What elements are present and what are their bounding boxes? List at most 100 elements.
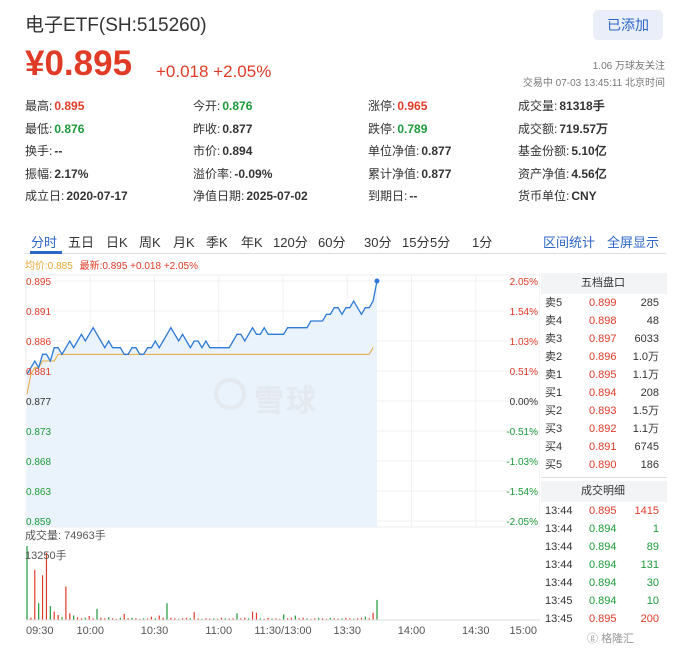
row-label: 13:44 xyxy=(545,523,573,535)
tab-11[interactable]: 5分 xyxy=(430,232,450,251)
row-price: 0.890 xyxy=(589,459,617,471)
quote-cell: 成交额: 719.57万 xyxy=(518,120,608,137)
x-time-label: 13:30 xyxy=(333,625,361,637)
quote-value: 5.10亿 xyxy=(571,144,607,158)
fullscreen-button[interactable]: 全屏显示 xyxy=(607,232,659,251)
x-time-label: 09:30 xyxy=(26,625,54,637)
volume-label: 成交量: 74963手 xyxy=(25,530,106,542)
intraday-chart: 0.895 0.891 0.886 0.881 0.877 0.873 0.868 0.863… xyxy=(25,274,540,637)
row-label: 卖2 xyxy=(545,351,563,363)
x-time-label: 10:00 xyxy=(76,625,104,637)
tab-12[interactable]: 1分 xyxy=(472,232,492,251)
row-label: 13:44 xyxy=(545,505,573,517)
quote-value: 4.56亿 xyxy=(571,166,607,181)
row-label: 买1 xyxy=(545,387,563,399)
quote-cell: 今开: 0.876 xyxy=(193,97,252,114)
row-price: 0.894 xyxy=(589,559,617,571)
y-price-label: 0.863 xyxy=(26,487,51,498)
y-pct-label: -2.05% xyxy=(506,517,538,528)
order-row: 卖2 0.896 1.0万 xyxy=(541,348,667,366)
quote-cell: 最低: 0.876 xyxy=(25,120,84,137)
tab-0[interactable]: 分时 xyxy=(31,232,57,251)
quote-value: 0.895 xyxy=(54,99,85,113)
row-price: 0.895 xyxy=(589,369,617,381)
quote-cell: 净值日期: 2025-07-02 xyxy=(193,187,308,204)
tab-9[interactable]: 30分 xyxy=(364,232,391,251)
quote-cell: 换手: -- xyxy=(25,142,62,159)
quote-value: 0.789 xyxy=(397,121,428,136)
y-price-label: 0.873 xyxy=(26,427,51,438)
divider xyxy=(541,477,667,478)
order-row: 13:44 0.894 131 xyxy=(541,556,667,574)
tab-1[interactable]: 五日 xyxy=(68,232,94,251)
x-time-label: 11:00 xyxy=(205,625,232,637)
quote-cell: 成立日: 2020-07-17 xyxy=(25,187,128,204)
row-label: 买3 xyxy=(545,423,563,435)
tab-6[interactable]: 年K xyxy=(241,232,263,251)
order-row: 卖1 0.895 1.1万 xyxy=(541,366,667,384)
tab-5[interactable]: 季K xyxy=(206,232,228,251)
row-label: 卖3 xyxy=(545,333,563,345)
order-book-title: 五档盘口 xyxy=(541,273,667,294)
order-row: 卖5 0.899 285 xyxy=(541,294,667,312)
row-price: 0.894 xyxy=(589,577,617,589)
row-label: 卖5 xyxy=(545,297,563,309)
quote-label: 振幅: xyxy=(25,166,53,181)
quote-grid: 最高: 0.895 今开: 0.876 涨停: 0.965 成交量: 81318手 最低: 0.8… xyxy=(25,97,675,210)
tab-4[interactable]: 月K xyxy=(173,232,195,251)
quote-label: 单位净值: xyxy=(368,144,420,158)
quote-label: 昨收: xyxy=(193,121,221,136)
row-label: 13:44 xyxy=(545,559,573,571)
tab-3[interactable]: 周K xyxy=(139,232,161,251)
row-volume: 30 xyxy=(646,577,659,589)
quote-value: 2020-07-17 xyxy=(66,189,128,203)
order-row: 买1 0.894 208 xyxy=(541,384,667,402)
order-row: 卖4 0.898 48 xyxy=(541,312,667,330)
row-price: 0.891 xyxy=(589,441,617,453)
quote-label: 市价: xyxy=(193,144,221,158)
quote-label: 今开: xyxy=(193,99,221,113)
quote-row: 最低: 0.876 昨收: 0.877 跌停: 0.789 成交额: 719.57万 xyxy=(25,120,675,143)
quote-cell: 涨停: 0.965 xyxy=(368,97,427,114)
y-price-label: 0.895 xyxy=(26,277,51,288)
tab-10[interactable]: 15分 xyxy=(402,232,429,251)
corner-watermark: ⓖ 格隆汇 xyxy=(587,633,635,645)
range-stats-button[interactable]: 区间统计 xyxy=(543,232,595,251)
quote-label: 累计净值: xyxy=(368,166,420,181)
tab-2[interactable]: 日K xyxy=(106,232,128,251)
quote-value: -- xyxy=(409,189,418,203)
quote-cell: 昨收: 0.877 xyxy=(193,120,252,137)
current-price: ¥0.895 xyxy=(25,44,133,83)
trading-status: 交易中 07-03 13:45:11 北京时间 xyxy=(522,78,665,89)
quote-cell: 最高: 0.895 xyxy=(25,97,84,114)
row-label: 13:44 xyxy=(545,577,573,589)
latest-point xyxy=(374,278,380,284)
quote-value: 2025-07-02 xyxy=(246,189,308,203)
quote-row: 换手: -- 市价: 0.894 单位净值: 0.877 基金份额: 5.10亿 xyxy=(25,142,675,165)
order-row: 13:44 0.895 1415 xyxy=(541,502,667,520)
quote-value: 81318手 xyxy=(559,99,605,113)
quote-value: 0.876 xyxy=(222,99,253,113)
row-volume: 1.1万 xyxy=(632,369,659,381)
quote-cell: 资产净值: 4.56亿 xyxy=(518,165,607,182)
y-pct-label: 1.54% xyxy=(510,307,538,318)
watermark: 雪球 xyxy=(254,385,318,418)
row-volume: 6745 xyxy=(634,441,659,453)
order-row: 13:44 0.894 89 xyxy=(541,538,667,556)
follow-button[interactable]: 已添加 xyxy=(593,10,663,40)
order-row: 买2 0.893 1.5万 xyxy=(541,402,667,420)
order-row: 13:44 0.894 1 xyxy=(541,520,667,538)
row-price: 0.896 xyxy=(589,351,617,363)
order-row: 13:45 0.894 10 xyxy=(541,592,667,610)
tab-7[interactable]: 120分 xyxy=(273,232,308,251)
quote-value: 719.57万 xyxy=(559,121,609,136)
x-time-label: 15:00 xyxy=(509,625,537,637)
x-time-label: 11:30/13:00 xyxy=(254,625,311,637)
active-tab-indicator xyxy=(30,251,62,254)
quote-cell: 单位净值: 0.877 xyxy=(368,142,451,159)
y-pct-label: 1.03% xyxy=(510,337,538,348)
quote-label: 到期日: xyxy=(368,189,408,203)
tab-8[interactable]: 60分 xyxy=(318,232,345,251)
row-label: 13:45 xyxy=(545,595,573,607)
row-volume: 48 xyxy=(646,315,659,327)
